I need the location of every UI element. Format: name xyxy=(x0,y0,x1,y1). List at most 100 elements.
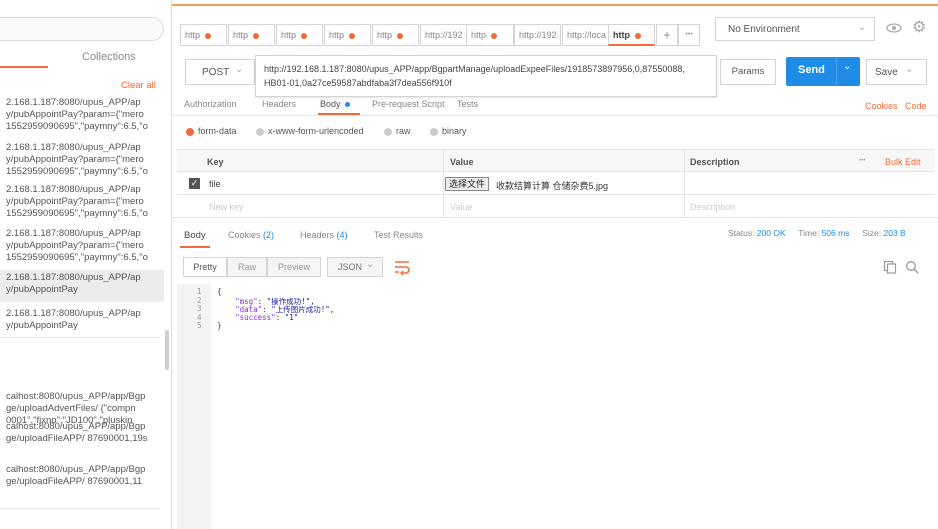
bulk-edit-link[interactable]: Bulk Edit xyxy=(885,157,921,167)
eye-icon[interactable] xyxy=(885,19,903,37)
view-preview-button[interactable]: Preview xyxy=(267,257,321,277)
history-item[interactable]: 2.168.1.187:8080/upus_APP/ap y/pubAppoint… xyxy=(0,182,164,220)
status-label: Status: xyxy=(728,228,755,238)
divider xyxy=(0,337,160,338)
request-tab[interactable]: http xyxy=(324,24,371,46)
more-options-icon[interactable]: ••• xyxy=(859,158,865,164)
resp-headers-count: (4) xyxy=(336,230,348,240)
request-tab-label: http://192 xyxy=(425,30,463,40)
unsaved-dot-icon xyxy=(205,32,212,39)
value-header: Value xyxy=(450,157,474,167)
request-tab[interactable]: http xyxy=(466,24,514,46)
sidebar-scrollbar[interactable] xyxy=(165,330,169,370)
format-value: JSON xyxy=(338,262,363,272)
chevron-down-icon: ⌄ xyxy=(905,64,914,75)
choose-file-button[interactable]: 选择文件 xyxy=(445,177,490,191)
request-tab[interactable]: http xyxy=(228,24,275,46)
radio-icon xyxy=(384,127,392,136)
tab-tests[interactable]: Tests xyxy=(457,99,478,109)
urlencoded-label: x-www-form-urlencoded xyxy=(268,126,364,136)
resp-tab-body[interactable]: Body xyxy=(184,230,206,241)
history-item[interactable]: calhost:8080/upus_APP/app/Bgp ge/uploadFi… xyxy=(0,462,164,492)
request-tab[interactable]: http://192 xyxy=(514,24,561,46)
chevron-down-icon[interactable]: ⌄ xyxy=(843,61,851,72)
resp-tab-headers[interactable]: Headers (4) xyxy=(300,230,348,240)
table-header-row xyxy=(177,150,934,172)
radio-form-data[interactable]: form-data xyxy=(186,126,237,136)
line-number: 5 xyxy=(197,321,202,331)
history-item-text: 1552959090695","paymny":6.5,"o xyxy=(6,121,148,132)
history-item[interactable]: 2.168.1.187:8080/upus_APP/ap y/pubAppoint… xyxy=(0,226,164,264)
radio-binary[interactable]: binary xyxy=(430,126,467,136)
history-item[interactable]: 2.168.1.187:8080/upus_APP/ap y/pubAppoint… xyxy=(0,270,164,302)
history-item[interactable]: calhost:8080/upus_APP/app/Bgp ge/uploadFi… xyxy=(0,419,164,449)
request-tab[interactable]: http xyxy=(180,24,227,46)
size-label: Size: xyxy=(862,228,882,238)
view-raw-button[interactable]: Raw xyxy=(227,257,267,277)
tab-authorization[interactable]: Authorization xyxy=(184,99,237,109)
save-button[interactable]: Save ⌄ xyxy=(866,59,927,85)
key-header: Key xyxy=(207,157,224,167)
tab-headers[interactable]: Headers xyxy=(262,99,296,109)
sidebar-search-input[interactable] xyxy=(0,17,164,41)
view-pretty-button[interactable]: Pretty xyxy=(183,257,227,277)
history-item[interactable]: 2.168.1.187:8080/upus_APP/ap y/pubAppoint… xyxy=(0,306,164,334)
history-item[interactable]: 2.168.1.187:8080/upus_APP/ap y/pubAppoint… xyxy=(0,95,164,133)
size-value: 203 B xyxy=(883,228,906,238)
request-tab-label: http xyxy=(613,30,630,40)
unsaved-dot-icon xyxy=(635,32,641,39)
request-tab[interactable]: http xyxy=(276,24,323,46)
params-button[interactable]: Params xyxy=(720,59,776,85)
new-value-input[interactable]: Value xyxy=(450,202,472,212)
request-tab[interactable]: http xyxy=(608,24,655,46)
new-description-input[interactable]: Description xyxy=(690,202,735,212)
history-item[interactable]: 2.168.1.187:8080/upus_APP/ap y/pubAppoint… xyxy=(0,140,164,178)
request-tab[interactable]: http xyxy=(372,24,419,46)
cookies-link[interactable]: Cookies xyxy=(865,101,898,111)
row-checkbox[interactable]: ✓ xyxy=(189,178,200,189)
tab-prerequest-script[interactable]: Pre-request Script xyxy=(372,99,445,109)
copy-icon[interactable] xyxy=(883,260,897,274)
tab-body[interactable]: Body xyxy=(320,99,350,109)
radio-urlencoded[interactable]: x-www-form-urlencoded xyxy=(256,126,364,136)
code-link[interactable]: Code xyxy=(905,101,927,111)
wrap-lines-icon[interactable] xyxy=(392,257,412,277)
radio-raw[interactable]: raw xyxy=(384,126,411,136)
history-tab-underline xyxy=(0,66,48,68)
resp-cookies-count: (2) xyxy=(263,230,275,240)
unsaved-dot-icon xyxy=(397,32,404,39)
sidebar: Collections Clear all 2.168.1.187:8080/u… xyxy=(0,0,172,529)
request-tab[interactable]: http://192 xyxy=(420,24,467,46)
file-name: 收款结算计算 仓储杂费5.jpg xyxy=(496,181,609,191)
request-tab-label: http xyxy=(471,30,487,40)
url-input[interactable]: http://192.168.1.187:8080/upus_APP/app/B… xyxy=(255,55,717,97)
time-value: 506 ms xyxy=(821,228,850,238)
new-key-input[interactable]: New key xyxy=(209,202,244,212)
url-text-line2: HB01-01,0a27ce59587abdfaba3f7dea556f910f xyxy=(264,78,452,88)
resp-headers-label: Headers xyxy=(300,230,335,240)
send-button[interactable]: Send ⌄ xyxy=(786,57,860,86)
collections-tab[interactable]: Collections xyxy=(82,51,136,63)
search-icon[interactable] xyxy=(905,260,919,274)
history-item-text: 2.168.1.187:8080/upus_APP/ap xyxy=(6,184,141,195)
settings-gear-icon[interactable]: ⚙ xyxy=(912,17,926,37)
resp-tab-cookies[interactable]: Cookies (2) xyxy=(228,230,274,240)
format-select[interactable]: JSON ⌄ xyxy=(327,257,383,277)
form-data-table: Key Value Description ••• Bulk Edit ✓ fi… xyxy=(177,149,934,218)
resp-tab-test-results[interactable]: Test Results xyxy=(374,230,423,240)
history-item-text: calhost:8080/upus_APP/app/Bgp xyxy=(6,464,146,475)
clear-all-link[interactable]: Clear all xyxy=(121,80,156,91)
send-dropdown-divider xyxy=(836,57,837,86)
request-tab[interactable]: http://loca xyxy=(562,24,609,46)
status-value: 200 OK xyxy=(756,228,786,238)
more-tabs-button[interactable]: ••• xyxy=(678,24,700,46)
row-key[interactable]: file xyxy=(209,179,221,189)
history-item[interactable]: calhost:8080/upus_APP/app/Bgp ge/uploadAd… xyxy=(0,389,164,426)
new-tab-button[interactable]: + xyxy=(656,24,678,46)
request-tab-label: http://192 xyxy=(519,30,557,40)
method-select[interactable]: POST ⌄ xyxy=(185,59,255,85)
history-item-text: calhost:8080/upus_APP/app/Bgp xyxy=(6,391,146,402)
url-text-line1: http://192.168.1.187:8080/upus_APP/app/B… xyxy=(264,64,685,74)
environment-select[interactable]: No Environment ⌄ xyxy=(715,17,875,41)
json-colon: : xyxy=(275,312,285,322)
